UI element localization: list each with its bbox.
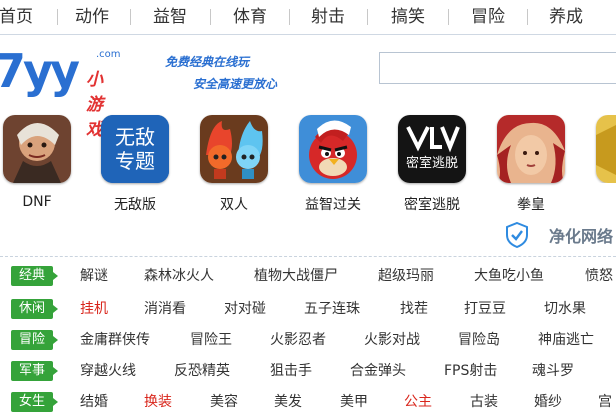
badge-text: 净化网络 — [549, 227, 614, 246]
game-tile-puzzle-levels[interactable]: 益智过关 — [288, 115, 378, 214]
dnf-warrior-icon — [3, 115, 71, 183]
game-label: 双人 — [220, 197, 248, 213]
category-link[interactable]: 五子连珠 — [304, 295, 360, 323]
category-link[interactable]: 植物大战僵尸 — [254, 262, 338, 290]
category-tag[interactable]: 休闲 — [11, 299, 58, 319]
nav-divider — [527, 9, 528, 25]
category-link[interactable]: 公主 — [404, 388, 432, 416]
nav-sports[interactable]: 体育 — [228, 0, 272, 34]
game-label: 无敌版 — [114, 197, 156, 213]
category-link[interactable]: 超级玛丽 — [378, 262, 434, 290]
nav-divider — [448, 9, 449, 25]
nav-shooting[interactable]: 射击 — [306, 0, 350, 34]
category-row-military: 军事 穿越火线 反恐精英 狙击手 合金弹头 FPS射击 魂斗罗 — [0, 357, 616, 385]
featured-games: DNF 无敌 专题 无敌版 双人 益智过关 密室逃脱 密室逃脱 拳皇 — [0, 110, 616, 220]
slogan-line-1: 免费经典在线玩 — [165, 55, 250, 69]
category-link[interactable]: 美容 — [210, 388, 238, 416]
category-row-classic: 经典 解谜 森林冰火人 植物大战僵尸 超级玛丽 大鱼吃小鱼 愤怒 — [0, 262, 616, 290]
nav-puzzle[interactable]: 益智 — [148, 0, 192, 34]
category-link[interactable]: 打豆豆 — [464, 295, 506, 323]
nav-divider — [289, 9, 290, 25]
category-link[interactable]: 美发 — [274, 388, 302, 416]
nav-raising[interactable]: 养成 — [544, 0, 588, 34]
nav-divider — [367, 9, 368, 25]
category-tag[interactable]: 军事 — [11, 361, 58, 381]
nav-action[interactable]: 动作 — [70, 0, 114, 34]
slogan-line-2: 安全高速更放心 — [193, 77, 278, 91]
category-link[interactable]: 穿越火线 — [80, 357, 136, 385]
game-tile-partial[interactable] — [585, 115, 616, 183]
category-link[interactable]: 古装 — [470, 388, 498, 416]
game-tile-escape-room[interactable]: 密室逃脱 密室逃脱 — [387, 115, 477, 214]
nav-funny[interactable]: 搞笑 — [386, 0, 430, 34]
site-slogan: 免费经典在线玩 安全高速更放心 — [165, 51, 277, 95]
game-tile-dnf[interactable]: DNF — [0, 115, 82, 210]
category-link[interactable]: 火影对战 — [364, 326, 420, 354]
search-input[interactable] — [379, 52, 616, 84]
category-link[interactable]: 魂斗罗 — [532, 357, 574, 385]
category-link[interactable]: 消消看 — [144, 295, 186, 323]
category-row-adventure: 冒险 金庸群侠传 冒险王 火影忍者 火影对战 冒险岛 神庙逃亡 — [0, 326, 616, 354]
category-link[interactable]: 反恐精英 — [174, 357, 230, 385]
nav-home[interactable]: 首页 — [0, 0, 38, 34]
svg-text:密室逃脱: 密室逃脱 — [406, 155, 458, 171]
svg-text:无敌: 无敌 — [115, 125, 155, 149]
category-link[interactable]: 金庸群侠传 — [80, 326, 150, 354]
game-label: 益智过关 — [305, 197, 361, 213]
category-link[interactable]: 结婚 — [80, 388, 108, 416]
nav-divider — [210, 9, 211, 25]
kof-fighter-icon — [497, 115, 565, 183]
escape-room-icon: 密室逃脱 — [398, 115, 466, 183]
category-link[interactable]: 宫 — [598, 388, 612, 416]
nav-divider — [57, 9, 58, 25]
category-tag[interactable]: 女生 — [11, 392, 58, 412]
angry-bird-icon — [299, 115, 367, 183]
game-thumbnail-icon — [596, 115, 616, 183]
nav-divider — [130, 9, 131, 25]
shield-icon — [506, 222, 528, 248]
category-row-girls: 女生 结婚 换装 美容 美发 美甲 公主 古装 婚纱 宫 — [0, 388, 616, 416]
category-link[interactable]: 婚纱 — [534, 388, 562, 416]
site-header: 7yy .com 小游戏 免费经典在线玩 安全高速更放心 — [0, 35, 616, 140]
category-nav: 首页 动作 益智 体育 射击 搞笑 冒险 养成 — [0, 0, 616, 35]
fire-water-icon — [200, 115, 268, 183]
invincible-topic-icon: 无敌 专题 — [101, 115, 169, 183]
category-link[interactable]: 合金弹头 — [350, 357, 406, 385]
category-link[interactable]: 愤怒 — [585, 262, 613, 290]
category-link[interactable]: 大鱼吃小鱼 — [474, 262, 544, 290]
category-link[interactable]: 狙击手 — [270, 357, 312, 385]
svg-text:专题: 专题 — [115, 149, 155, 173]
logo-domain: .com — [96, 49, 121, 60]
game-tile-kof[interactable]: 拳皇 — [486, 115, 576, 214]
logo-main: 7yy — [0, 44, 80, 98]
category-link[interactable]: 切水果 — [544, 295, 586, 323]
category-link[interactable]: 冒险岛 — [458, 326, 500, 354]
category-link[interactable]: 美甲 — [340, 388, 368, 416]
game-tile-two-player[interactable]: 双人 — [189, 115, 279, 214]
category-link[interactable]: 找茬 — [400, 295, 428, 323]
game-label: 拳皇 — [517, 197, 545, 213]
category-row-casual: 休闲 挂机 消消看 对对碰 五子连珠 找茬 打豆豆 切水果 — [0, 295, 616, 323]
game-label: 密室逃脱 — [404, 197, 460, 213]
nav-adventure[interactable]: 冒险 — [466, 0, 510, 34]
category-link[interactable]: 对对碰 — [224, 295, 266, 323]
category-link[interactable]: 火影忍者 — [270, 326, 326, 354]
section-divider — [0, 256, 616, 257]
category-link[interactable]: 冒险王 — [190, 326, 232, 354]
category-tag[interactable]: 冒险 — [11, 330, 58, 350]
category-tag[interactable]: 经典 — [11, 266, 58, 286]
category-link[interactable]: 挂机 — [80, 295, 108, 323]
category-link[interactable]: 神庙逃亡 — [538, 326, 594, 354]
category-link[interactable]: 换装 — [144, 388, 172, 416]
game-tile-invincible[interactable]: 无敌 专题 无敌版 — [90, 115, 180, 214]
category-link[interactable]: 解谜 — [80, 262, 108, 290]
category-link[interactable]: FPS射击 — [444, 357, 497, 385]
game-label: DNF — [22, 194, 52, 210]
category-link[interactable]: 森林冰火人 — [144, 262, 214, 290]
